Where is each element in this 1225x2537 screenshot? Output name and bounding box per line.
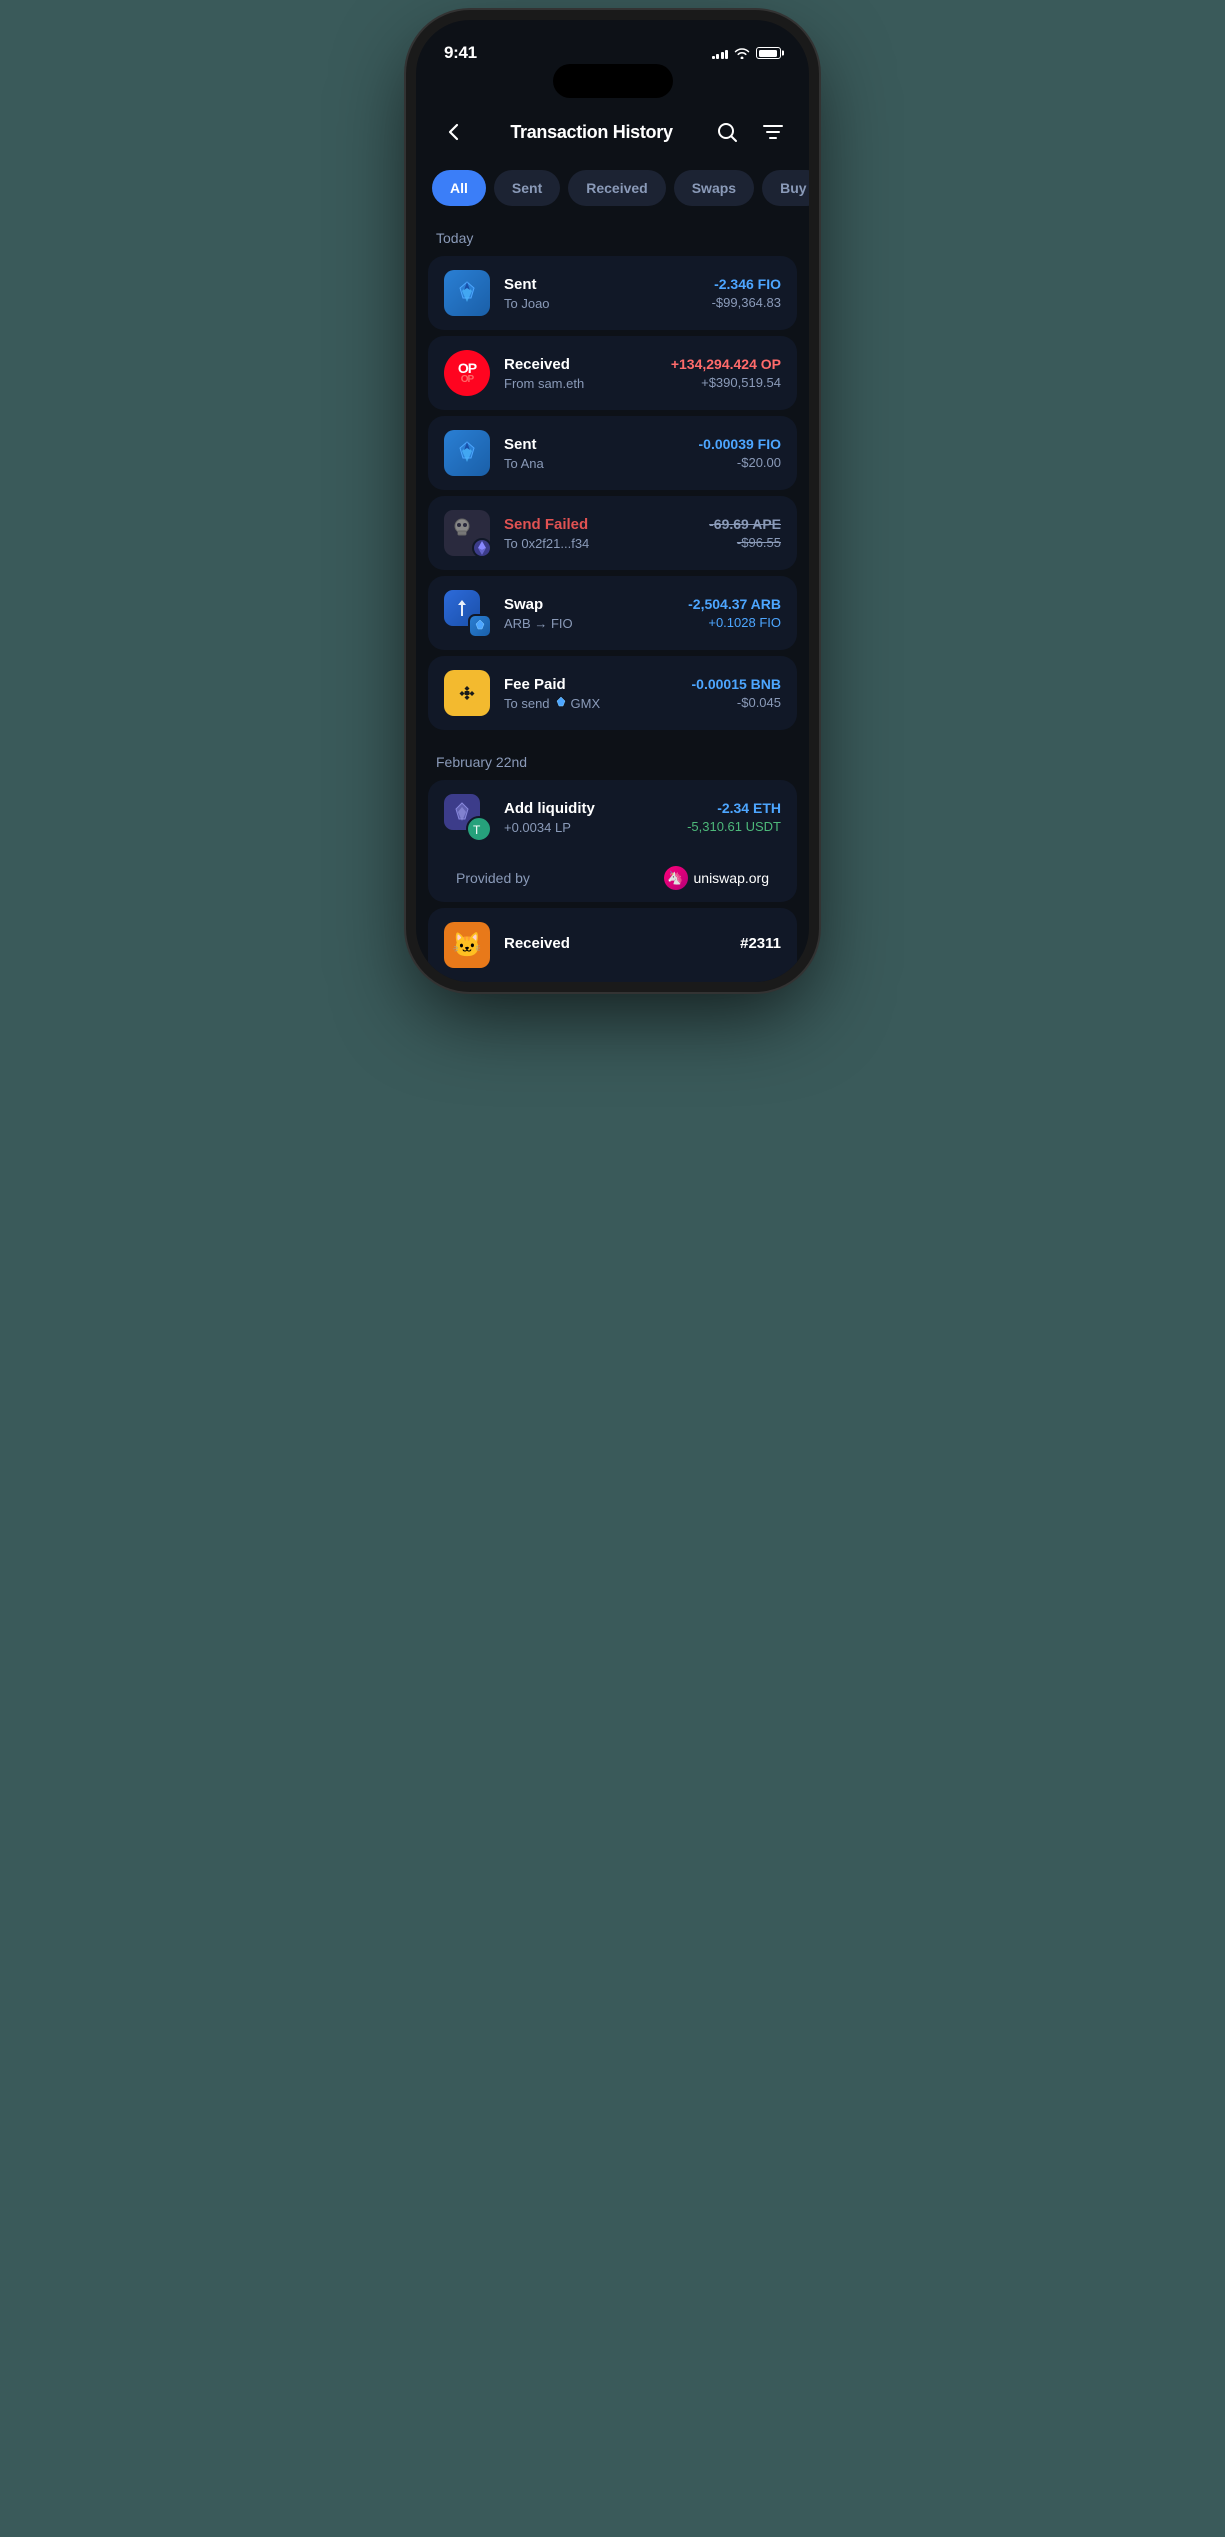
tx-amount-secondary: +$390,519.54: [671, 375, 781, 390]
tx-subtitle: To Ana: [504, 456, 685, 471]
tx-list-feb22: T Add liquidity +0.0034 LP -2.34 ETH -5,…: [416, 780, 809, 982]
tab-buy[interactable]: Buy: [762, 170, 809, 206]
tx-amount-primary: -2.346 FIO: [712, 276, 781, 292]
search-button[interactable]: [711, 116, 743, 148]
tx-icon-op: OP OP: [444, 350, 490, 396]
tx-title: Sent: [504, 276, 698, 293]
tx-amounts: -2.346 FIO -$99,364.83: [712, 276, 781, 310]
gmx-icon: [554, 696, 568, 710]
filter-tabs: All Sent Received Swaps Buy Se...: [416, 162, 809, 222]
tx-subtitle: ARB → FIO: [504, 616, 674, 631]
status-time: 9:41: [444, 43, 477, 63]
tx-amount-primary: -0.00015 BNB: [692, 676, 782, 692]
svg-text:T: T: [473, 823, 481, 837]
tx-icon-swap: [444, 590, 490, 636]
tx-item-sent-fio-joao[interactable]: Sent To Joao -2.346 FIO -$99,364.83: [428, 256, 797, 330]
tx-amounts: -69.69 APE -$96.55: [709, 516, 781, 550]
back-button[interactable]: [436, 114, 472, 150]
tx-icon-liq: T: [444, 794, 490, 840]
tx-amounts: -2.34 ETH -5,310.61 USDT: [687, 800, 781, 834]
tx-item-fee-bnb[interactable]: Fee Paid To send GMX -0.00015 BNB -$0.04…: [428, 656, 797, 730]
tx-item-received-op[interactable]: OP OP Received From sam.eth +134,294.424…: [428, 336, 797, 410]
tx-amount-secondary: -$20.00: [699, 455, 782, 470]
tx-amount-secondary: -$0.045: [692, 695, 782, 710]
tx-icon-fio2: [444, 430, 490, 476]
tab-swaps[interactable]: Swaps: [674, 170, 754, 206]
wifi-icon: [734, 47, 750, 59]
tx-icon-bnb: [444, 670, 490, 716]
tx-info-liq: Add liquidity +0.0034 LP: [504, 800, 673, 835]
tx-amount-primary: #2311: [740, 935, 781, 952]
uniswap-domain: uniswap.org: [694, 870, 770, 886]
uniswap-logo: 🦄: [664, 866, 688, 890]
tx-amount-secondary: -$99,364.83: [712, 295, 781, 310]
tx-subtitle: To 0x2f21...f34: [504, 536, 695, 551]
signal-icon: [712, 47, 729, 59]
tx-subtitle: +0.0034 LP: [504, 820, 673, 835]
tx-amount-secondary: -$96.55: [709, 535, 781, 550]
tx-title: Received: [504, 935, 726, 952]
tx-item-received-nft[interactable]: 🐱 Received #2311: [428, 908, 797, 982]
tx-amount-secondary: +0.1028 FIO: [688, 615, 781, 630]
tab-all[interactable]: All: [432, 170, 486, 206]
tx-item-sent-fio-ana[interactable]: Sent To Ana -0.00039 FIO -$20.00: [428, 416, 797, 490]
tx-amount-primary: -2.34 ETH: [687, 800, 781, 816]
tx-item-swap-arb-fio[interactable]: Swap ARB → FIO -2,504.37 ARB +0.1028 FIO: [428, 576, 797, 650]
tx-amount-primary: -69.69 APE: [709, 516, 781, 532]
tx-amounts: -0.00015 BNB -$0.045: [692, 676, 782, 710]
tx-title: Swap: [504, 596, 674, 613]
tx-item-add-liquidity[interactable]: T Add liquidity +0.0034 LP -2.34 ETH -5,…: [428, 780, 797, 902]
tx-icon-nft: 🐱: [444, 922, 490, 968]
tx-amount-primary: -2,504.37 ARB: [688, 596, 781, 612]
uniswap-link[interactable]: 🦄 uniswap.org: [664, 866, 770, 890]
status-icons: [712, 47, 782, 59]
tx-item-failed-ape[interactable]: Send Failed To 0x2f21...f34 -69.69 APE -…: [428, 496, 797, 570]
tx-subtitle: From sam.eth: [504, 376, 657, 391]
section-today: Today: [416, 222, 809, 256]
provided-by: Provided by 🦄 uniswap.org: [428, 854, 797, 902]
header-actions: [711, 116, 789, 148]
tx-amounts: -2,504.37 ARB +0.1028 FIO: [688, 596, 781, 630]
tx-amounts: -0.00039 FIO -$20.00: [699, 436, 782, 470]
page-title: Transaction History: [510, 122, 672, 143]
tx-title-failed: Send Failed: [504, 516, 695, 533]
tx-subtitle: To send GMX: [504, 696, 678, 711]
tx-title: Add liquidity: [504, 800, 673, 817]
app-header: Transaction History: [416, 98, 809, 162]
tx-amount-secondary: -5,310.61 USDT: [687, 819, 781, 834]
tx-info-received-nft: Received: [504, 935, 726, 955]
tx-amount-primary: -0.00039 FIO: [699, 436, 782, 452]
tx-info-sent-fio-ana: Sent To Ana: [504, 436, 685, 471]
provided-by-label: Provided by: [456, 870, 530, 886]
tx-info-sent-fio-joao: Sent To Joao: [504, 276, 698, 311]
tx-amounts: #2311: [740, 935, 781, 955]
tx-title: Received: [504, 356, 657, 373]
tx-info-swap: Swap ARB → FIO: [504, 596, 674, 631]
tx-icon-fio: [444, 270, 490, 316]
battery-icon: [756, 47, 781, 59]
tx-icon-ape-eth: [444, 510, 490, 556]
tx-title: Fee Paid: [504, 676, 678, 693]
tx-title: Sent: [504, 436, 685, 453]
dynamic-island: [553, 64, 673, 98]
tab-sent[interactable]: Sent: [494, 170, 560, 206]
tx-info-failed-ape: Send Failed To 0x2f21...f34: [504, 516, 695, 551]
tx-amount-primary: +134,294.424 OP: [671, 356, 781, 372]
tx-subtitle: To Joao: [504, 296, 698, 311]
phone-frame: 9:41 Tra: [416, 20, 809, 982]
tx-list-today: Sent To Joao -2.346 FIO -$99,364.83 OP O…: [416, 256, 809, 730]
tx-amounts: +134,294.424 OP +$390,519.54: [671, 356, 781, 390]
tab-received[interactable]: Received: [568, 170, 665, 206]
tx-info-received-op: Received From sam.eth: [504, 356, 657, 391]
filter-button[interactable]: [757, 116, 789, 148]
section-feb22: February 22nd: [416, 746, 809, 780]
tx-info-fee-bnb: Fee Paid To send GMX: [504, 676, 678, 711]
